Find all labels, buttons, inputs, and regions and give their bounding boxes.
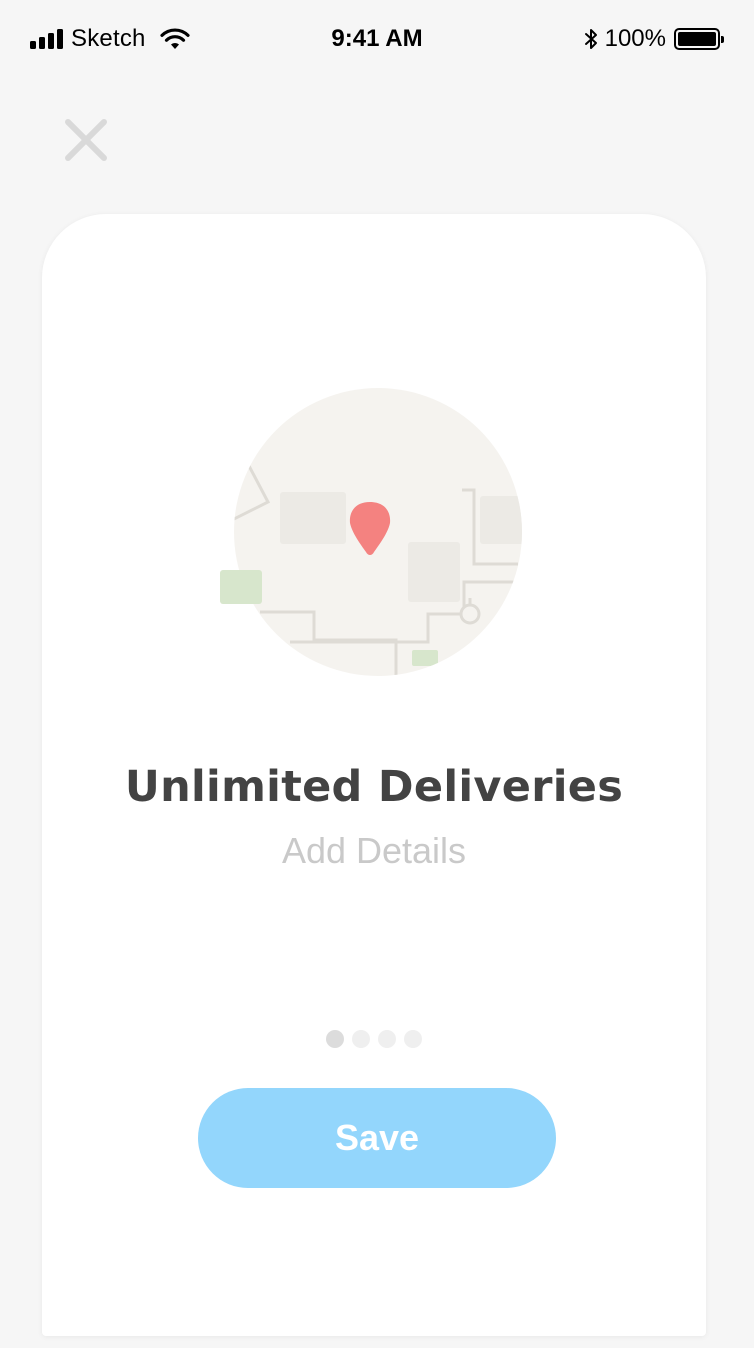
page-indicator bbox=[42, 1030, 706, 1048]
add-details-link[interactable]: Add Details bbox=[42, 830, 706, 872]
page-dot-3[interactable] bbox=[378, 1030, 396, 1048]
battery-percent: 100% bbox=[604, 25, 666, 52]
status-right: 100% bbox=[583, 22, 724, 56]
close-x-icon bbox=[65, 119, 107, 161]
battery-icon bbox=[674, 28, 724, 50]
battery-fill bbox=[678, 32, 716, 46]
onboarding-screen: Sketch 9:41 AM 100% Unlimited Deliveries… bbox=[0, 0, 754, 1348]
save-button[interactable]: Save bbox=[198, 1088, 556, 1188]
page-dot-2[interactable] bbox=[352, 1030, 370, 1048]
map-illustration bbox=[220, 388, 522, 676]
onboarding-card: Unlimited Deliveries Add Details Save bbox=[42, 214, 706, 1336]
page-dot-1[interactable] bbox=[326, 1030, 344, 1048]
status-bar: Sketch 9:41 AM 100% bbox=[0, 0, 754, 78]
page-dot-4[interactable] bbox=[404, 1030, 422, 1048]
close-button[interactable] bbox=[62, 116, 110, 164]
park-block bbox=[220, 570, 262, 604]
card-title: Unlimited Deliveries bbox=[124, 762, 624, 812]
bluetooth-icon bbox=[584, 29, 597, 49]
